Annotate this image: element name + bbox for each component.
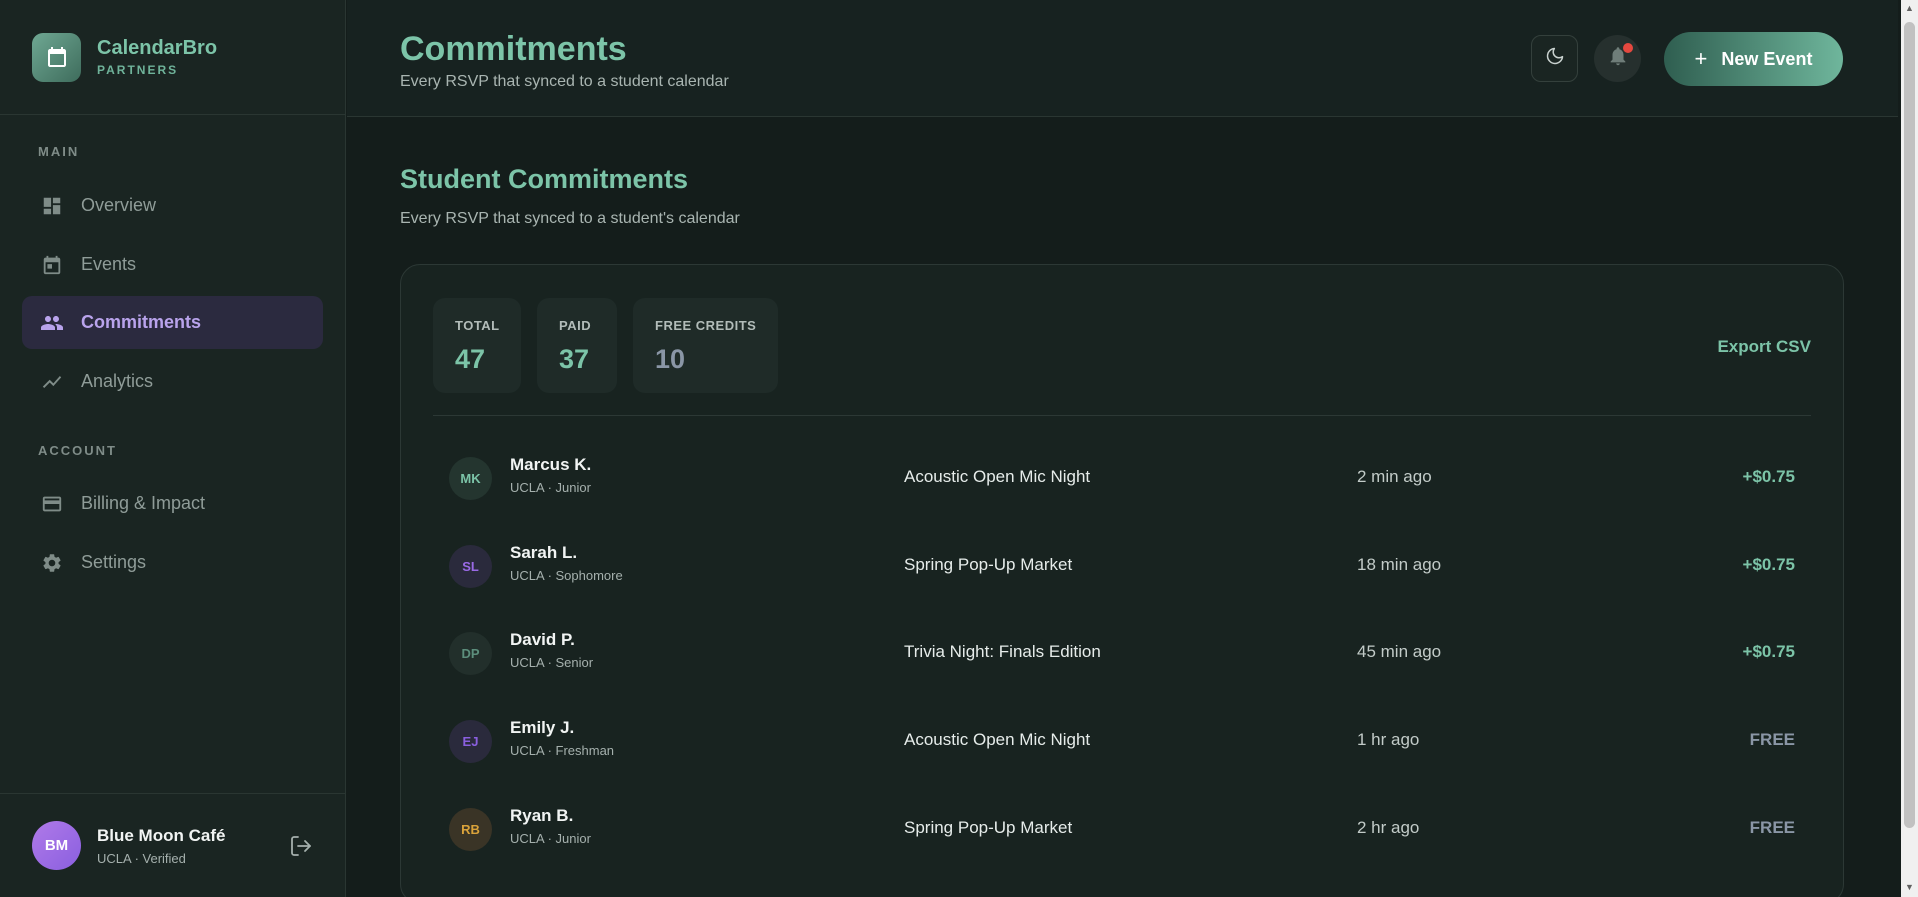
stat-total: TOTAL 47 xyxy=(433,298,521,393)
calendar-icon xyxy=(32,32,81,82)
stat-paid: PAID 37 xyxy=(537,298,617,393)
scroll-down-arrow[interactable]: ▼ xyxy=(1904,882,1915,893)
nav-section-main: MAIN xyxy=(38,144,80,159)
new-event-label: New Event xyxy=(1721,48,1813,69)
sidebar-item-events[interactable]: Events xyxy=(22,238,323,291)
stat-label: FREE CREDITS xyxy=(655,318,757,333)
divider xyxy=(433,415,1811,416)
event-name: Acoustic Open Mic Night xyxy=(904,730,1091,749)
notification-badge xyxy=(1623,43,1633,53)
page-subtitle: Every RSVP that synced to a student cale… xyxy=(400,73,729,90)
sidebar-item-label: Analytics xyxy=(81,371,154,391)
user-name: Blue Moon Café xyxy=(97,825,226,845)
table-row[interactable]: MK Marcus K. UCLA · Junior Acoustic Open Mi… xyxy=(449,451,1795,511)
brand-name: CalendarBro xyxy=(97,37,218,59)
avatar: DP xyxy=(449,632,492,675)
sidebar-item-commitments[interactable]: Commitments xyxy=(22,296,323,349)
stat-value: 37 xyxy=(559,344,590,374)
sidebar-item-billing[interactable]: Billing & Impact xyxy=(22,477,323,530)
theme-toggle-button[interactable] xyxy=(1531,35,1578,82)
avatar: SL xyxy=(449,545,492,588)
student-name: Emily J. xyxy=(510,718,575,737)
amount-badge: FREE xyxy=(1749,818,1795,837)
export-csv-link[interactable]: Export CSV xyxy=(1717,337,1811,357)
stat-value: 10 xyxy=(655,344,686,374)
student-name: Marcus K. xyxy=(510,455,592,474)
sidebar-item-label: Settings xyxy=(81,552,147,572)
stat-free-credits: FREE CREDITS 10 xyxy=(633,298,778,393)
sidebar-item-label: Commitments xyxy=(81,312,202,332)
brand-subtitle: PARTNERS xyxy=(97,63,179,77)
scrollbar-thumb[interactable] xyxy=(1904,22,1915,828)
people-icon xyxy=(40,311,64,335)
avatar: MK xyxy=(449,457,492,500)
sidebar-item-analytics[interactable]: Analytics xyxy=(22,355,323,408)
student-name: David P. xyxy=(510,630,575,649)
gear-icon xyxy=(40,551,64,575)
student-name: Sarah L. xyxy=(510,543,578,562)
avatar: RB xyxy=(449,808,492,851)
commitments-card: TOTAL 47 PAID 37 FREE CREDITS 10 Export … xyxy=(400,264,1844,897)
event-name: Spring Pop-Up Market xyxy=(904,555,1073,574)
amount-badge: FREE xyxy=(1749,730,1795,749)
new-event-button[interactable]: + New Event xyxy=(1664,32,1843,86)
page-title: Commitments xyxy=(400,30,627,68)
student-name: Ryan B. xyxy=(510,806,574,825)
event-name: Trivia Night: Finals Edition xyxy=(904,642,1101,661)
stat-value: 47 xyxy=(455,344,486,374)
sidebar-item-label: Overview xyxy=(81,195,157,215)
student-meta: UCLA · Junior xyxy=(510,480,591,495)
user-profile[interactable]: BM Blue Moon Café UCLA · Verified xyxy=(0,793,346,897)
brand[interactable]: CalendarBro PARTNERS xyxy=(0,0,345,115)
sidebar-item-overview[interactable]: Overview xyxy=(22,179,323,232)
sidebar-item-settings[interactable]: Settings xyxy=(22,536,323,589)
avatar: EJ xyxy=(449,720,492,763)
amount-badge: +$0.75 xyxy=(1742,467,1795,486)
student-meta: UCLA · Sophomore xyxy=(510,568,623,583)
student-meta: UCLA · Junior xyxy=(510,831,591,846)
student-meta: UCLA · Freshman xyxy=(510,743,615,758)
user-subtitle: UCLA · Verified xyxy=(97,850,186,866)
amount-badge: +$0.75 xyxy=(1742,555,1795,574)
timestamp: 18 min ago xyxy=(1357,555,1442,574)
table-row[interactable]: DP David P. UCLA · Senior Trivia Night: Fin… xyxy=(449,626,1795,686)
section-title: Student Commitments xyxy=(400,164,689,194)
stat-label: TOTAL xyxy=(455,318,500,333)
page-header: Commitments Every RSVP that synced to a … xyxy=(347,0,1898,117)
sidebar-item-label: Events xyxy=(81,254,137,274)
timestamp: 2 min ago xyxy=(1357,467,1432,486)
student-meta: UCLA · Senior xyxy=(510,655,594,670)
event-name: Spring Pop-Up Market xyxy=(904,818,1073,837)
amount-badge: +$0.75 xyxy=(1742,642,1795,661)
plus-icon: + xyxy=(1694,46,1708,71)
credit-card-icon xyxy=(40,492,64,516)
table-row[interactable]: EJ Emily J. UCLA · Freshman Acoustic Open M… xyxy=(449,714,1795,774)
stat-label: PAID xyxy=(559,318,592,333)
notifications-button[interactable] xyxy=(1594,35,1641,82)
logout-icon[interactable] xyxy=(289,834,313,858)
sidebar: CalendarBro PARTNERS MAIN Overview Event… xyxy=(0,0,346,897)
timestamp: 45 min ago xyxy=(1357,642,1442,661)
timestamp: 2 hr ago xyxy=(1357,818,1420,837)
timestamp: 1 hr ago xyxy=(1357,730,1420,749)
avatar: BM xyxy=(32,821,81,870)
table-row[interactable]: SL Sarah L. UCLA · Sophomore Spring Pop-Up … xyxy=(449,539,1795,599)
nav-section-account: ACCOUNT xyxy=(38,443,117,458)
event-name: Acoustic Open Mic Night xyxy=(904,467,1091,486)
dashboard-icon xyxy=(40,194,64,218)
scroll-up-arrow[interactable]: ▲ xyxy=(1904,3,1915,14)
trend-icon xyxy=(40,370,64,394)
moon-icon xyxy=(1545,46,1565,71)
calendar-icon xyxy=(40,253,64,277)
section-subtitle: Every RSVP that synced to a student's ca… xyxy=(400,210,740,227)
table-row[interactable]: RB Ryan B. UCLA · Junior Spring Pop-Up Mark… xyxy=(449,802,1795,862)
sidebar-item-label: Billing & Impact xyxy=(81,493,206,513)
